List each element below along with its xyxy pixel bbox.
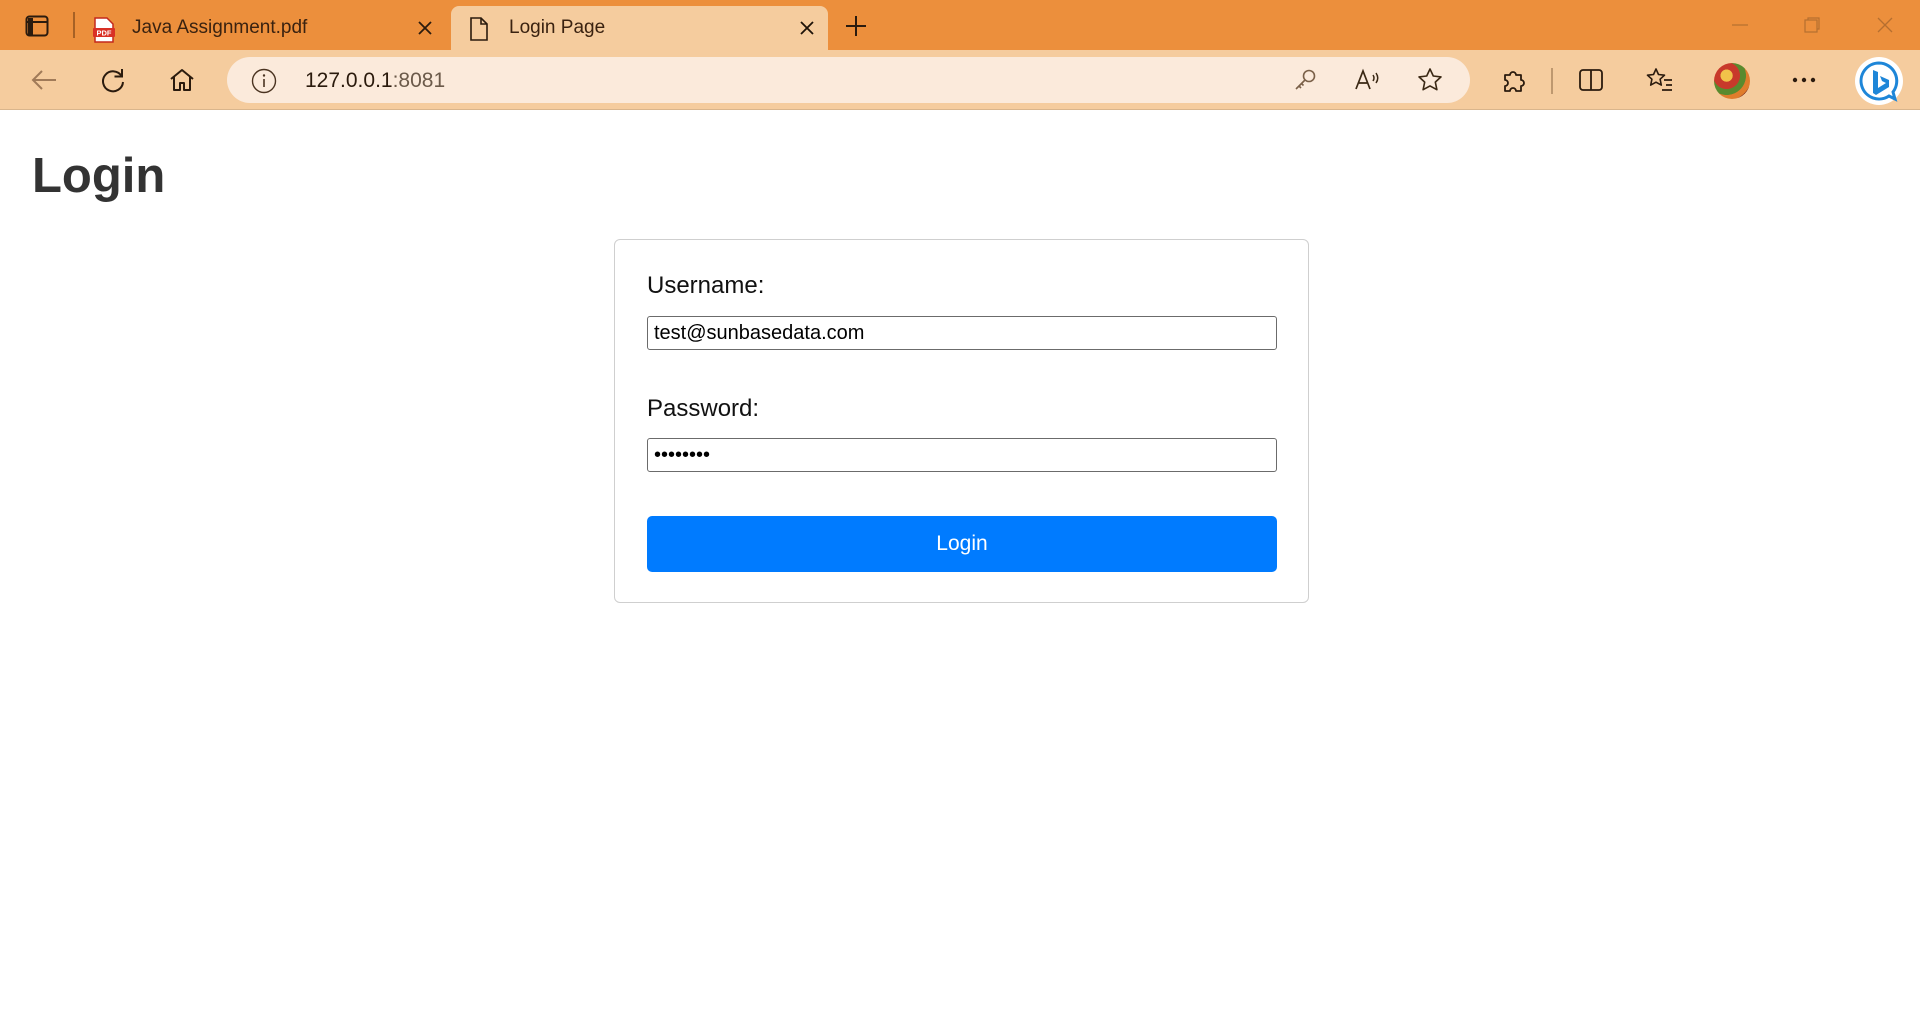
tab-strip: PDF Java Assignment.pdf Login Page [0,0,1920,50]
url-port: :8081 [392,69,446,92]
split-screen-button[interactable] [1571,62,1611,98]
tab-separator [73,12,75,38]
close-icon [1877,17,1893,33]
password-input[interactable] [647,438,1277,472]
address-url: 127.0.0.1:8081 [305,69,445,93]
close-tab-icon[interactable] [798,19,816,37]
username-label: Username: [647,272,765,299]
restore-button[interactable] [1777,0,1847,50]
minimize-button[interactable] [1705,0,1775,50]
home-icon [170,69,194,91]
username-input[interactable] [647,316,1277,350]
site-info-icon[interactable] [251,68,277,99]
more-icon [1792,77,1816,83]
favorites-button[interactable] [1640,62,1680,98]
split-screen-icon [1579,69,1603,91]
url-host: 127.0.0.1 [305,69,393,92]
back-arrow-icon [31,70,56,90]
pdf-badge-text: PDF [97,28,112,37]
minimize-icon [1732,24,1748,26]
favorite-star-icon[interactable] [1415,67,1445,93]
pdf-icon: PDF [92,17,116,48]
password-key-icon[interactable] [1290,67,1320,93]
tab-java-assignment[interactable]: PDF Java Assignment.pdf [82,6,446,50]
login-form: Username: Password: Login [614,239,1309,603]
refresh-button[interactable] [93,62,133,98]
browser-toolbar: 127.0.0.1:8081 [0,50,1920,110]
toolbar-divider [1551,68,1553,94]
new-tab-button[interactable] [840,10,872,42]
tab-title: Java Assignment.pdf [132,17,308,38]
home-button[interactable] [162,62,202,98]
close-tab-icon[interactable] [416,19,434,37]
back-button[interactable] [24,62,64,98]
tab-actions-icon [25,15,49,37]
read-aloud-icon[interactable] [1353,67,1383,93]
copilot-button[interactable] [1855,57,1903,105]
profile-avatar[interactable] [1714,63,1750,99]
restore-icon [1804,17,1820,33]
tab-actions-button[interactable] [20,11,54,41]
plus-icon [846,16,866,36]
page-title: Login [32,149,166,203]
tab-login-page[interactable]: Login Page [451,6,828,50]
close-window-button[interactable] [1850,0,1920,50]
password-label: Password: [647,395,760,422]
favorites-list-icon [1646,68,1672,91]
puzzle-icon [1504,71,1525,92]
login-button[interactable]: Login [647,516,1277,572]
refresh-icon [102,69,124,93]
page-icon [469,17,489,46]
extensions-button[interactable] [1494,62,1534,98]
address-bar[interactable]: 127.0.0.1:8081 [227,57,1470,103]
bing-copilot-icon [1859,61,1899,102]
settings-more-button[interactable] [1784,62,1824,98]
tab-title: Login Page [509,17,606,38]
